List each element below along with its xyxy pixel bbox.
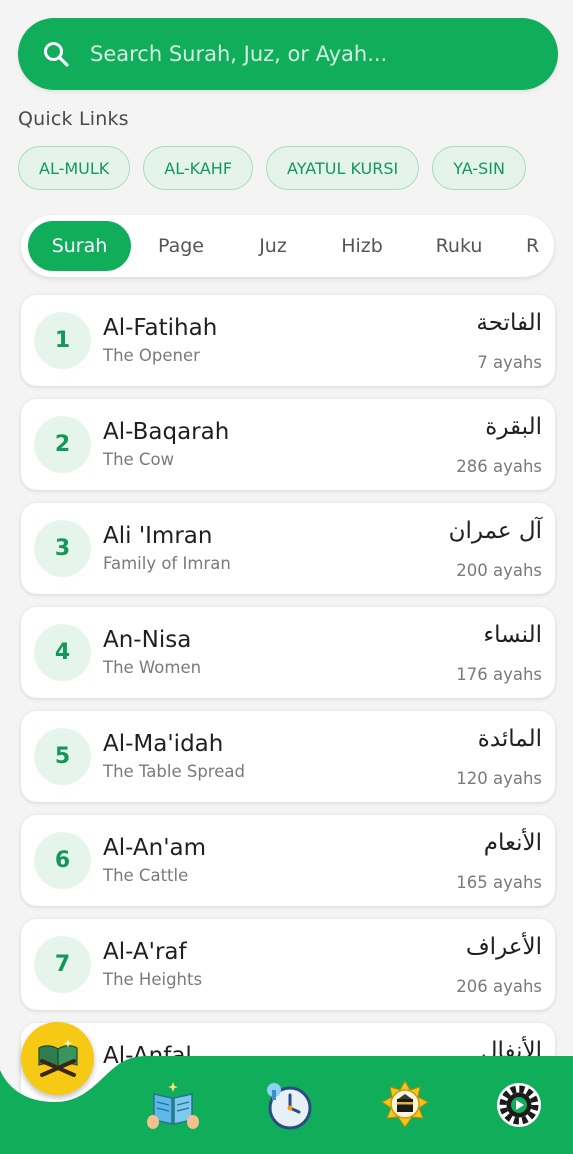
tab-juz[interactable]: Juz	[235, 221, 311, 271]
surah-meaning: The Women	[103, 658, 202, 677]
browse-tabs: Surah Page Juz Hizb Ruku R	[21, 215, 554, 277]
surah-arabic-name: الفاتحة	[476, 310, 542, 336]
surah-meaning: The Cattle	[103, 866, 189, 885]
quick-links-title: Quick Links	[18, 108, 129, 130]
surah-card-3[interactable]: 3 Ali 'Imran Family of Imran آل عمران 20…	[21, 503, 555, 594]
surah-meaning: The Table Spread	[103, 762, 245, 781]
surah-name: Al-A'raf	[103, 939, 187, 965]
surah-name: Al-Ma'idah	[103, 731, 224, 757]
reading-icon	[147, 1082, 199, 1129]
surah-name: Al-Fatihah	[103, 315, 218, 341]
tab-hizb[interactable]: Hizb	[321, 221, 403, 271]
surah-number-badge: 4	[34, 624, 91, 681]
quick-link-al-mulk[interactable]: AL-MULK	[18, 146, 131, 190]
surah-meaning: The Opener	[103, 346, 200, 365]
surah-arabic-name: الأنعام	[483, 830, 542, 856]
nav-read[interactable]	[146, 1078, 200, 1132]
surah-card-6[interactable]: 6 Al-An'am The Cattle الأنعام 165 ayahs	[21, 815, 555, 906]
surah-meaning: Family of Imran	[103, 554, 231, 573]
surah-ayah-count: 120 ayahs	[456, 769, 542, 788]
surah-name: Ali 'Imran	[103, 523, 213, 549]
surah-name: Al-An'am	[103, 835, 207, 861]
surah-ayah-count: 200 ayahs	[456, 561, 542, 580]
surah-number-badge: 7	[34, 936, 91, 993]
quick-link-ya-sin[interactable]: YA-SIN	[432, 146, 526, 190]
nav-prayer-times[interactable]	[262, 1078, 316, 1132]
settings-gear-icon	[497, 1083, 541, 1127]
tab-partial[interactable]: R	[526, 221, 554, 271]
surah-name: An-Nisa	[103, 627, 192, 653]
surah-number-badge: 3	[34, 520, 91, 577]
surah-meaning: The Heights	[103, 970, 203, 989]
surah-name: Al-Baqarah	[103, 419, 230, 445]
surah-arabic-name: الأنفال	[480, 1038, 542, 1064]
surah-card-4[interactable]: 4 An-Nisa The Women النساء 176 ayahs	[21, 607, 555, 698]
prayer-times-clock-icon	[267, 1083, 312, 1130]
nav-qibla[interactable]	[378, 1078, 432, 1132]
surah-arabic-name: الأعراف	[465, 934, 542, 960]
surah-card-7[interactable]: 7 Al-A'raf The Heights الأعراف 206 ayahs	[21, 919, 555, 1010]
surah-meaning: The Cow	[103, 450, 175, 469]
tab-page[interactable]: Page	[137, 221, 225, 271]
surah-number-badge: 6	[34, 832, 91, 889]
quick-link-ayatul-kursi[interactable]: AYATUL KURSI	[266, 146, 420, 190]
quran-fab-button[interactable]	[21, 1022, 94, 1095]
quick-link-al-kahf[interactable]: AL-KAHF	[143, 146, 254, 190]
quran-book-icon	[37, 1038, 78, 1077]
surah-ayah-count: 286 ayahs	[456, 457, 542, 476]
surah-number-badge: 2	[34, 416, 91, 473]
surah-card-2[interactable]: 2 Al-Baqarah The Cow البقرة 286 ayahs	[21, 399, 555, 490]
qibla-compass-icon	[381, 1079, 429, 1128]
surah-ayah-count: 165 ayahs	[456, 873, 542, 892]
surah-arabic-name: النساء	[483, 622, 542, 648]
surah-number-badge: 5	[34, 728, 91, 785]
surah-arabic-name: آل عمران	[448, 518, 542, 544]
app-screen: Quick Links AL-MULK AL-KAHF AYATUL KURSI YA…	[0, 0, 573, 1154]
surah-card-5[interactable]: 5 Al-Ma'idah The Table Spread المائدة 12…	[21, 711, 555, 802]
surah-ayah-count: 176 ayahs	[456, 665, 542, 684]
quick-links-row: AL-MULK AL-KAHF AYATUL KURSI YA-SIN	[18, 146, 573, 190]
surah-ayah-count: 206 ayahs	[456, 977, 542, 996]
tab-surah[interactable]: Surah	[28, 221, 131, 271]
surah-name: Al-Anfal	[103, 1043, 192, 1069]
surah-arabic-name: المائدة	[477, 726, 542, 752]
surah-ayah-count: 7 ayahs	[477, 353, 542, 372]
tab-ruku[interactable]: Ruku	[415, 221, 503, 271]
search-icon	[44, 42, 69, 67]
search-bar[interactable]	[18, 18, 558, 90]
surah-number-badge: 1	[34, 312, 91, 369]
search-input[interactable]	[90, 34, 558, 74]
surah-card-1[interactable]: 1 Al-Fatihah The Opener الفاتحة 7 ayahs	[21, 295, 555, 386]
nav-settings[interactable]	[492, 1078, 546, 1132]
surah-arabic-name: البقرة	[485, 414, 542, 440]
